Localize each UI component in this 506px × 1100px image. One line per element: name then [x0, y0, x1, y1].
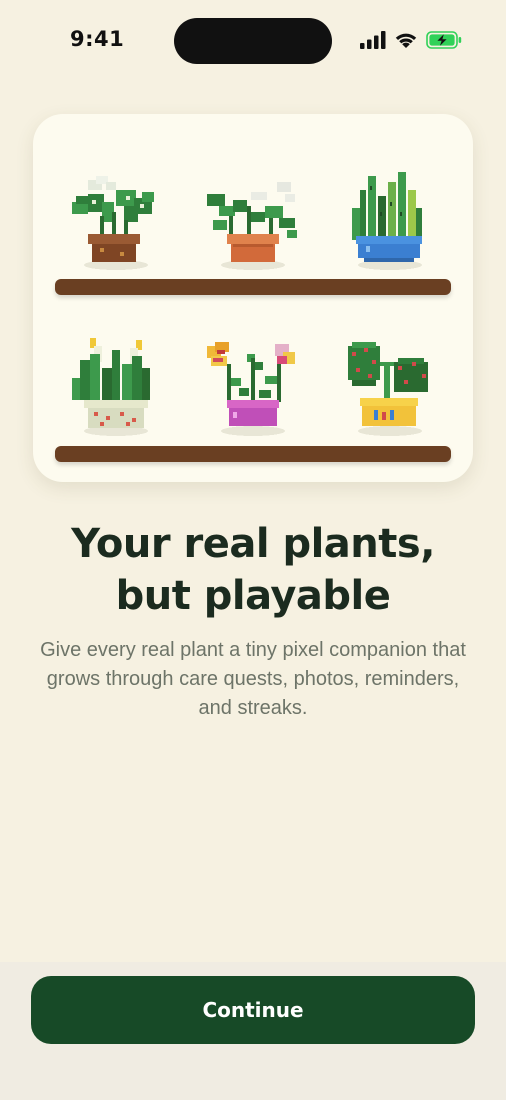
- shelf-board-top: [55, 279, 451, 295]
- pixel-plant-pilea-icon: [203, 172, 303, 272]
- plant-shelf-illustration: [33, 114, 473, 482]
- onboarding-title: Your real plants, but playable: [0, 518, 506, 622]
- status-time: 9:41: [70, 27, 125, 51]
- continue-button[interactable]: Continue: [31, 976, 475, 1044]
- pixel-plant-cactus-icon: [340, 338, 440, 438]
- dynamic-island: [174, 18, 332, 64]
- wifi-icon: [395, 33, 417, 48]
- title-line-2: but playable: [115, 573, 391, 619]
- status-icons: [360, 31, 462, 49]
- cellular-signal-icon: [360, 31, 386, 49]
- battery-charging-icon: [426, 31, 462, 49]
- title-line-1: Your real plants,: [71, 521, 435, 567]
- status-bar: 9:41: [0, 0, 506, 82]
- pixel-plant-snake-plant-icon: [340, 172, 440, 272]
- pixel-plant-flowering-icon: [203, 338, 303, 438]
- pixel-plant-monstera-icon: [66, 172, 166, 272]
- pixel-plant-peace-lily-icon: [66, 338, 166, 438]
- onboarding-subtitle: Give every real plant a tiny pixel compa…: [40, 639, 466, 719]
- shelf-board-bottom: [55, 446, 451, 462]
